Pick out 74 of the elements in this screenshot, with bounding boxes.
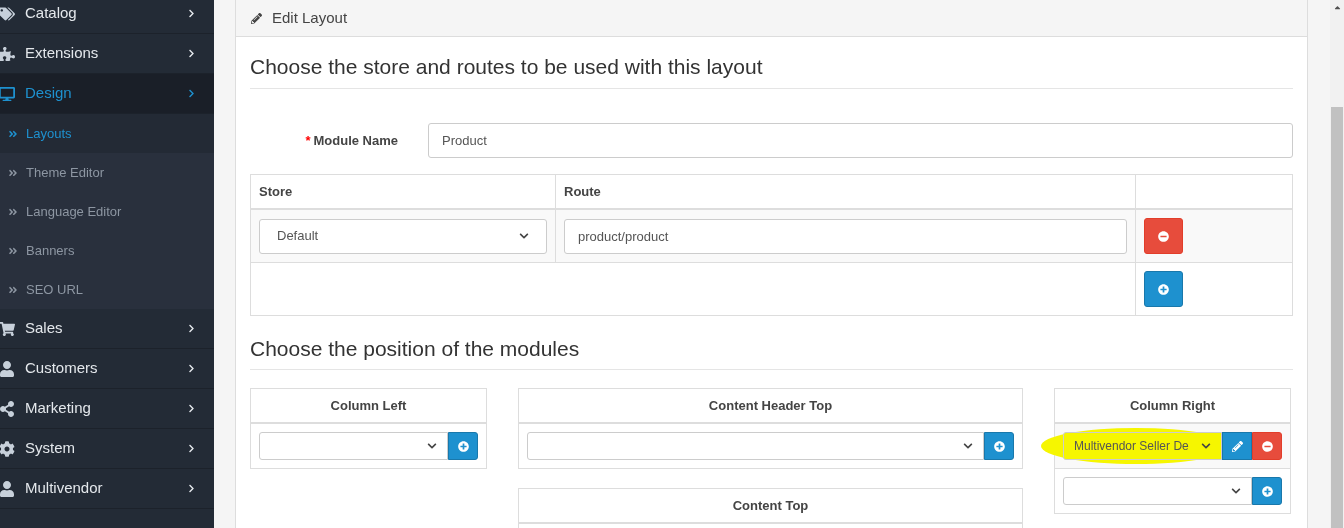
- menu-icon: [0, 5, 15, 22]
- submenu-item[interactable]: Banners: [0, 231, 214, 270]
- double-chevron-icon: [8, 167, 18, 178]
- menu-icon: [0, 480, 15, 497]
- submenu-item[interactable]: SEO URL: [0, 270, 214, 309]
- pencil-icon: [1231, 440, 1243, 452]
- menu-icon: [0, 440, 15, 457]
- add-button[interactable]: [1252, 477, 1282, 505]
- scroll-up-icon[interactable]: [1332, 3, 1342, 12]
- caret-icon: [427, 441, 437, 451]
- select-field[interactable]: [527, 432, 984, 460]
- submenu-label: SEO URL: [26, 280, 84, 299]
- menu-icon: [0, 45, 15, 62]
- add-button[interactable]: [1144, 271, 1183, 307]
- add-button[interactable]: [448, 432, 478, 460]
- chevron-icon: [187, 484, 196, 493]
- section-heading: Choose the store and routes to be used with this layout: [250, 54, 764, 80]
- chevron-icon: [187, 364, 196, 373]
- menu-icon: [0, 400, 15, 417]
- sidebar-label: Multivendor: [25, 478, 104, 499]
- position-title: Column Right: [1129, 396, 1216, 415]
- column-header: Store: [251, 175, 556, 208]
- route-field[interactable]: product/product: [564, 218, 1127, 254]
- required-asterisk: *: [305, 131, 311, 150]
- module-name-field[interactable]: Product: [428, 123, 1293, 158]
- sidebar-label: Marketing: [25, 398, 92, 419]
- select-field[interactable]: [1063, 477, 1252, 505]
- sidebar-label: Extensions: [25, 43, 100, 64]
- column-header: Route: [556, 175, 1136, 208]
- sidebar-label: Catalog: [25, 3, 78, 24]
- scrollbar[interactable]: [1330, 0, 1344, 528]
- sidebar-label: Sales: [25, 318, 64, 339]
- caret-icon: [1231, 486, 1241, 496]
- section-heading: Choose the position of the modules: [250, 336, 581, 362]
- double-chevron-icon: [8, 206, 18, 217]
- sidebar-label: Customers: [25, 358, 99, 379]
- menu-icon: [0, 85, 15, 102]
- chevron-icon: [187, 404, 196, 413]
- chevron-icon: [187, 89, 196, 98]
- chevron-icon: [187, 49, 196, 58]
- remove-button[interactable]: [1252, 432, 1282, 460]
- remove-button[interactable]: [1144, 218, 1183, 254]
- submenu-label: Language Editor: [26, 202, 122, 221]
- double-chevron-icon: [8, 245, 18, 256]
- submenu-label: Banners: [26, 241, 75, 260]
- sidebar-label: System: [25, 438, 76, 459]
- store-select[interactable]: Default: [259, 218, 547, 254]
- caret-icon: [963, 441, 973, 451]
- pencil-icon: [251, 12, 262, 24]
- caret-icon: [1201, 441, 1211, 451]
- caret-icon: [519, 231, 529, 241]
- menu-icon: [0, 320, 15, 337]
- menu-icon: [0, 360, 15, 377]
- chevron-icon: [187, 444, 196, 453]
- select-field[interactable]: Multivendor Seller De: [1063, 432, 1222, 460]
- position-title: Content Top: [732, 496, 809, 515]
- double-chevron-icon: [8, 128, 18, 139]
- add-button[interactable]: [984, 432, 1014, 460]
- submenu-item[interactable]: Theme Editor: [0, 153, 214, 192]
- chevron-icon: [187, 9, 196, 18]
- sidebar-item[interactable]: Design: [0, 74, 214, 114]
- sidebar-label: Design: [25, 83, 73, 104]
- submenu-label: Layouts: [26, 124, 72, 143]
- double-chevron-icon: [8, 284, 18, 295]
- position-title: Column Left: [330, 396, 407, 415]
- submenu-item[interactable]: Language Editor: [0, 192, 214, 231]
- edit-button[interactable]: [1222, 432, 1252, 460]
- select-field[interactable]: [259, 432, 448, 460]
- submenu-label: Theme Editor: [26, 163, 105, 182]
- position-title: Content Header Top: [708, 396, 833, 415]
- chevron-icon: [187, 324, 196, 333]
- field-label: Module Name: [313, 131, 398, 150]
- panel-title: Edit Layout: [272, 7, 348, 28]
- scrollbar-thumb[interactable]: [1331, 107, 1343, 528]
